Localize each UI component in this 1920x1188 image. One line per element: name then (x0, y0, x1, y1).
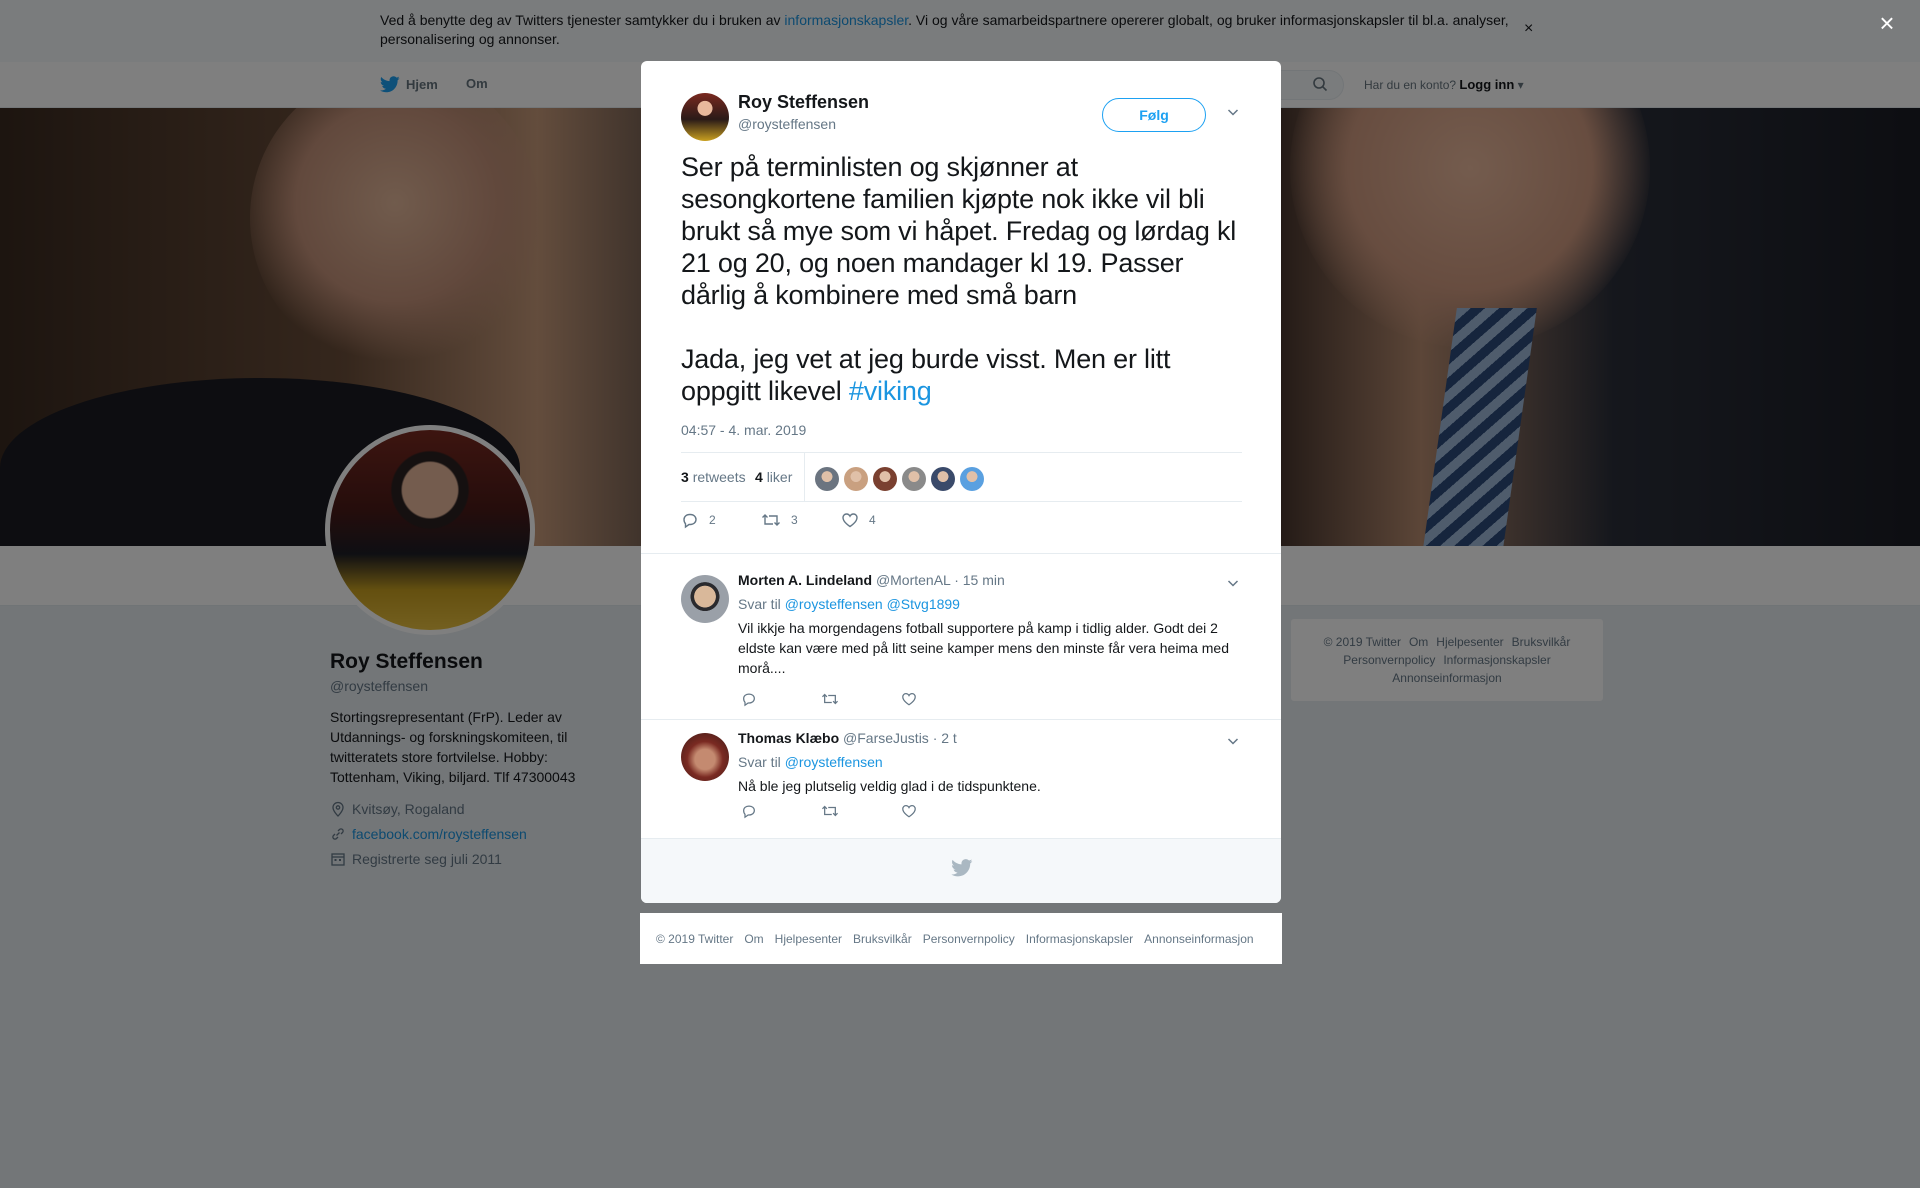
chevron-down-icon[interactable] (1226, 734, 1240, 748)
reply-author-handle[interactable]: @MortenAL (876, 572, 950, 588)
retweet-icon (762, 514, 780, 526)
modal-bottom-bar (641, 838, 1281, 903)
retweets-label: retweets (692, 469, 746, 485)
likes-count: 4 (755, 469, 763, 485)
footer-link[interactable]: Informasjonskapsler (1026, 932, 1133, 946)
tweet-body: Ser på terminlisten og skjønner at seson… (681, 152, 1237, 406)
reply-text: Vil ikkje ha morgendagens fotball suppor… (738, 620, 1230, 676)
chevron-down-icon[interactable] (1226, 576, 1240, 590)
like-action[interactable]: 4 (841, 511, 921, 529)
twitter-bird-icon (951, 859, 973, 877)
reply-to-label: Svar til (738, 754, 781, 770)
retweet-icon (822, 693, 838, 705)
liker-avatar[interactable] (844, 467, 868, 491)
retweets-count: 3 (681, 469, 689, 485)
tweet-timestamp[interactable]: 04:57 - 4. mar. 2019 (681, 422, 806, 438)
divider (641, 719, 1281, 720)
chevron-down-icon[interactable] (1226, 105, 1240, 119)
stats-divider (804, 453, 805, 501)
reply-avatar[interactable] (681, 733, 729, 781)
tweet-stats: 3 retweets 4 liker (681, 452, 1242, 502)
footer-link[interactable]: Annonseinformasjon (1144, 932, 1253, 946)
reply-author-name[interactable]: Thomas Klæbo (738, 730, 839, 746)
mention-link[interactable]: @roysteffensen (785, 596, 883, 612)
reply-time[interactable]: · 2 t (933, 730, 957, 746)
tweet-text: Ser på terminlisten og skjønner at seson… (681, 151, 1251, 407)
heart-icon (842, 513, 858, 528)
author-handle[interactable]: @roysteffensen (738, 116, 836, 132)
reply-actions (741, 803, 981, 824)
liker-avatar[interactable] (815, 467, 839, 491)
reply-author-name[interactable]: Morten A. Lindeland (738, 572, 872, 588)
footer-link[interactable]: Hjelpesenter (775, 932, 842, 946)
reply-avatar[interactable] (681, 575, 729, 623)
liker-avatar[interactable] (931, 467, 955, 491)
author-name[interactable]: Roy Steffensen (738, 92, 869, 113)
footer-link[interactable]: © 2019 Twitter (656, 932, 733, 946)
reply-text: Nå ble jeg plutselig veldig glad i de ti… (738, 778, 1041, 794)
reply-action[interactable]: 2 (681, 511, 761, 529)
retweet-action[interactable] (821, 803, 901, 824)
reply-header: Morten A. Lindeland @MortenAL · 15 min (738, 572, 1005, 588)
reply-action[interactable] (741, 691, 821, 712)
like-action[interactable] (901, 803, 981, 824)
liker-avatar[interactable] (873, 467, 897, 491)
follow-button[interactable]: Følg (1102, 98, 1206, 132)
reply-icon (683, 513, 697, 529)
retweet-action[interactable] (821, 691, 901, 712)
retweets-stat[interactable]: 3 retweets (681, 469, 746, 485)
retweet-count: 3 (791, 513, 798, 527)
divider (641, 553, 1281, 554)
like-action[interactable] (901, 691, 981, 712)
reply-to: Svar til @roysteffensen @Stvg1899 (738, 596, 960, 612)
like-count: 4 (869, 513, 876, 527)
likes-label: liker (766, 469, 793, 485)
hashtag-link[interactable]: #viking (849, 376, 932, 406)
overlay-close-button[interactable]: × (1874, 10, 1900, 36)
footer-link[interactable]: Bruksvilkår (853, 932, 912, 946)
likes-stat[interactable]: 4 liker (755, 469, 792, 485)
footer-link[interactable]: Om (744, 932, 763, 946)
reply-author-handle[interactable]: @FarseJustis (843, 730, 929, 746)
tweet-modal: Roy Steffensen @roysteffensen Følg Ser p… (641, 61, 1281, 903)
reply-count: 2 (709, 513, 716, 527)
reply-icon (743, 693, 755, 707)
mention-link[interactable]: @Stvg1899 (887, 596, 960, 612)
liker-avatar[interactable] (902, 467, 926, 491)
mention-link[interactable]: @roysteffensen (785, 754, 883, 770)
retweet-icon (822, 805, 838, 817)
retweet-action[interactable]: 3 (761, 511, 841, 529)
reply-action[interactable] (741, 803, 821, 824)
footer-link[interactable]: Personvernpolicy (923, 932, 1015, 946)
reply-time[interactable]: · 15 min (954, 572, 1005, 588)
liker-avatars (815, 467, 984, 491)
reply-to: Svar til @roysteffensen (738, 754, 883, 770)
tweet-actions: 2 3 4 (681, 511, 921, 529)
reply-header: Thomas Klæbo @FarseJustis · 2 t (738, 730, 957, 746)
reply-actions (741, 691, 981, 712)
liker-avatar[interactable] (960, 467, 984, 491)
heart-icon (902, 693, 916, 706)
modal-footer: © 2019 Twitter Om Hjelpesenter Bruksvilk… (640, 913, 1282, 964)
author-avatar[interactable] (681, 93, 729, 141)
heart-icon (902, 805, 916, 818)
reply-to-label: Svar til (738, 596, 781, 612)
reply-icon (743, 805, 755, 819)
